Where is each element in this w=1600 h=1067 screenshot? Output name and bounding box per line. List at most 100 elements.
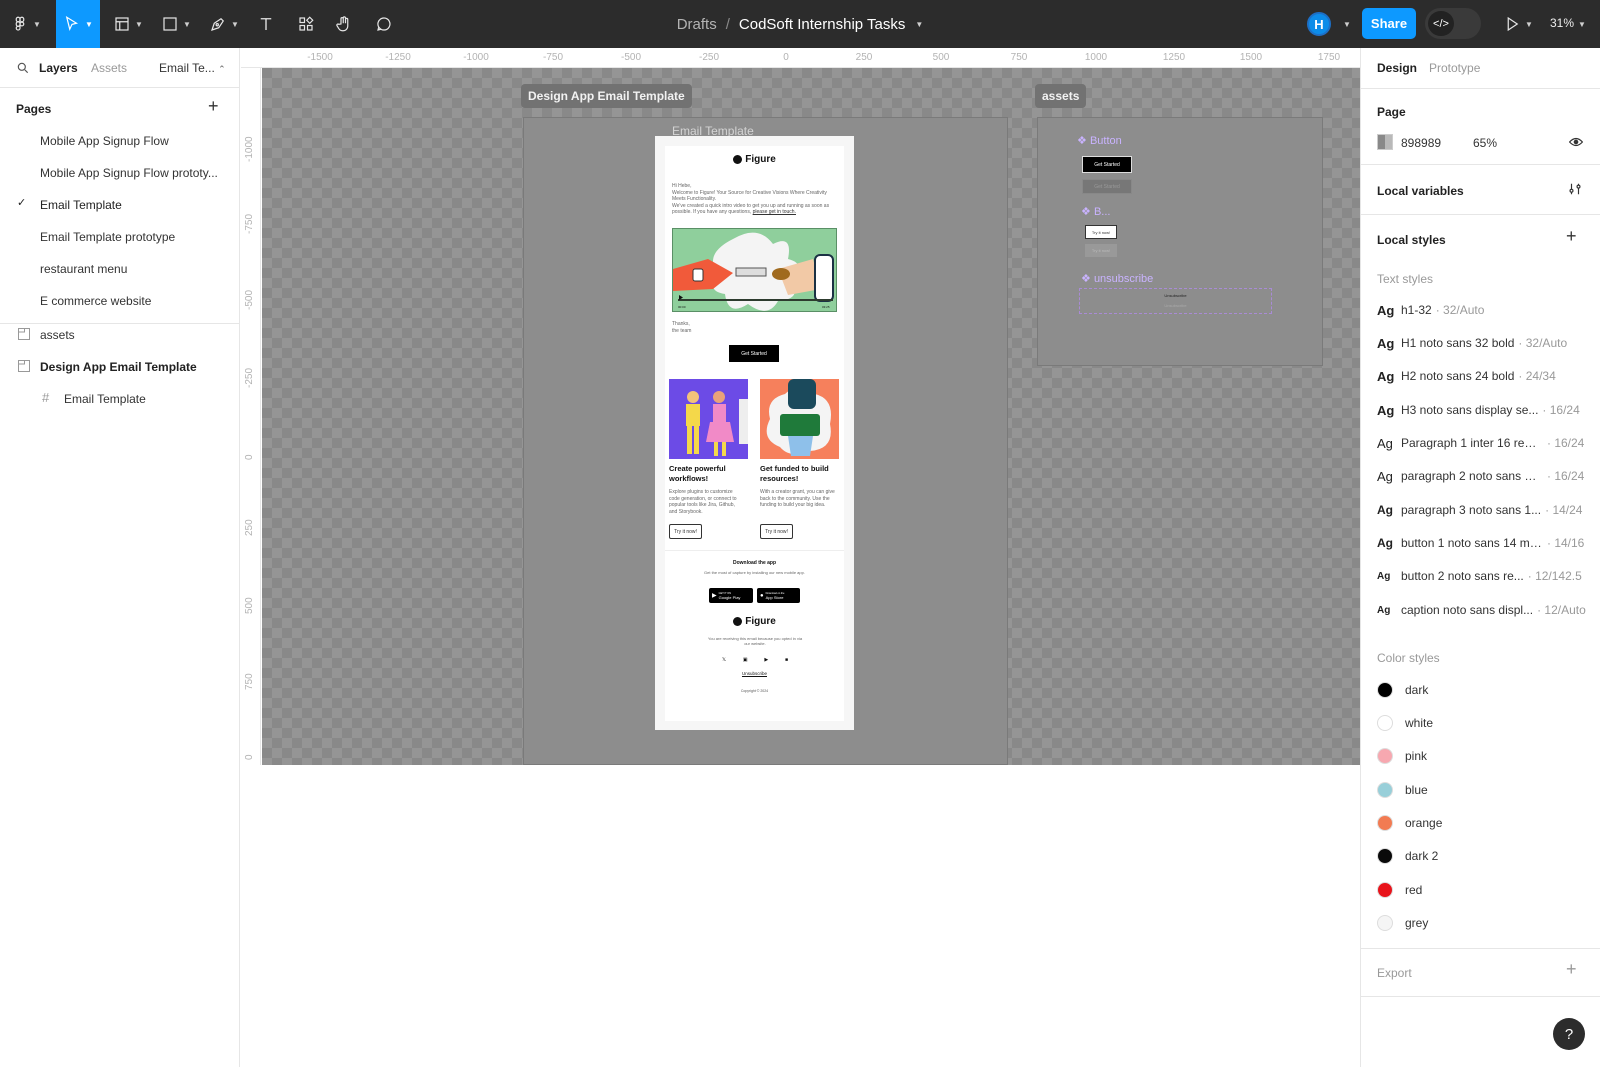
tab-design[interactable]: Design <box>1377 61 1417 75</box>
variables-settings-icon[interactable] <box>1568 182 1582 196</box>
app-store-badge[interactable]: ● Download on the App Store <box>757 588 800 603</box>
email-contact-link[interactable]: please get in touch. <box>753 209 796 215</box>
breadcrumb-drafts[interactable]: Drafts <box>677 16 717 33</box>
text-style-icon: Ag <box>1377 604 1391 616</box>
add-export-icon[interactable]: + <box>1566 959 1577 980</box>
text-style-spec: · 32/Auto <box>1518 336 1568 350</box>
color-style-item[interactable]: dark <box>1377 680 1428 700</box>
color-style-item[interactable]: blue <box>1377 780 1428 800</box>
tab-layers[interactable]: Layers <box>39 61 78 75</box>
color-swatch <box>1377 848 1393 864</box>
text-style-item[interactable]: Ag Paragraph 1 inter 16 regu... · 16/24 <box>1377 433 1587 453</box>
page-item[interactable]: Mobile App Signup Flow <box>40 134 169 148</box>
main-menu-button[interactable]: ▼ <box>8 0 44 48</box>
chevron-down-icon[interactable]: ▼ <box>915 20 923 29</box>
comment-tool-button[interactable] <box>370 0 398 48</box>
help-button[interactable]: ? <box>1553 1018 1585 1050</box>
page-item[interactable]: restaurant menu <box>40 262 127 276</box>
component-b[interactable]: ❖ B... <box>1081 205 1110 218</box>
chevron-down-icon: ▼ <box>135 19 143 29</box>
google-play-badge[interactable]: ▶ GET IT ON Google Play <box>709 588 753 603</box>
resources-tool-button[interactable] <box>292 0 320 48</box>
text-tool-button[interactable] <box>252 0 280 48</box>
instagram-icon[interactable]: ▣ <box>743 657 748 663</box>
play-store-icon: ▶ <box>712 593 717 599</box>
text-style-item[interactable]: Ag paragraph 2 noto sans 16... · 16/24 <box>1377 466 1587 486</box>
text-style-spec: · 16/24 <box>1547 436 1585 450</box>
component-unsubscribe[interactable]: ❖ unsubscribe <box>1081 272 1153 285</box>
component-try-button-disabled[interactable]: Try it now! <box>1085 244 1117 257</box>
component-button-disabled[interactable]: Get Started <box>1082 179 1132 194</box>
export-title[interactable]: Export <box>1377 966 1412 980</box>
section-assets[interactable]: ❖ Button Get Started Get Started ❖ B... … <box>1037 117 1323 366</box>
section-label-design-app[interactable]: Design App Email Template <box>521 84 692 108</box>
component-try-button[interactable]: Try it now! <box>1085 225 1117 239</box>
tab-assets[interactable]: Assets <box>91 61 127 75</box>
email-video[interactable]: 00:00 03:25 <box>672 228 837 312</box>
component-unsubscribe-frame[interactable]: Unsubscribe Unsubscribe <box>1079 288 1272 314</box>
text-style-item[interactable]: Ag H2 noto sans 24 bold · 24/34 <box>1377 366 1587 386</box>
color-style-item[interactable]: pink <box>1377 746 1427 766</box>
ruler-tick: -250 <box>698 52 720 63</box>
color-style-item[interactable]: dark 2 <box>1377 846 1438 866</box>
text-style-item[interactable]: Ag button 2 noto sans re... · 12/142.5 <box>1377 566 1587 586</box>
move-tool-button[interactable]: ▼ <box>56 0 100 48</box>
add-page-icon[interactable]: + <box>208 96 219 117</box>
right-panel: Design Prototype Page 898989 65% Local v… <box>1360 48 1600 1067</box>
local-variables-title[interactable]: Local variables <box>1377 184 1464 198</box>
chevron-down-icon[interactable]: ▼ <box>1343 20 1351 29</box>
component-button-primary[interactable]: Get Started <box>1082 156 1132 173</box>
dev-mode-toggle[interactable]: </> <box>1425 8 1481 39</box>
avatar[interactable]: H <box>1307 12 1331 36</box>
zoom-level[interactable]: 31% ▼ <box>1550 16 1586 30</box>
page-color-swatch[interactable] <box>1377 134 1393 150</box>
card2-button[interactable]: Try it now! <box>760 524 793 539</box>
email-logo: Figure <box>665 154 844 165</box>
email-template-frame[interactable]: Figure Hi Hebe, Welcome to Figure! Your … <box>655 136 854 730</box>
code-icon: </> <box>1428 11 1454 36</box>
email-cta-button[interactable]: Get Started <box>729 345 779 362</box>
x-twitter-icon[interactable]: 𝕏 <box>722 657 726 663</box>
page-dropdown-label: Email Te... <box>159 61 215 75</box>
color-style-item[interactable]: red <box>1377 880 1422 900</box>
page-color-opacity[interactable]: 65% <box>1473 136 1497 150</box>
color-style-item[interactable]: orange <box>1377 813 1442 833</box>
frame-tool-button[interactable]: ▼ <box>108 0 148 48</box>
layer-assets[interactable]: assets <box>40 328 75 342</box>
page-item[interactable]: E commerce website <box>40 294 151 308</box>
search-icon[interactable] <box>16 61 30 75</box>
pen-tool-button[interactable]: ▼ <box>204 0 244 48</box>
text-style-spec: · 32/Auto <box>1435 303 1485 317</box>
divider <box>1361 996 1600 997</box>
shape-tool-button[interactable]: ▼ <box>156 0 196 48</box>
present-button[interactable]: ▼ <box>1500 0 1536 48</box>
share-button[interactable]: Share <box>1362 8 1416 39</box>
text-style-item[interactable]: Ag caption noto sans displ... · 12/Auto <box>1377 600 1587 620</box>
text-style-item[interactable]: Ag button 1 noto sans 14 me... · 14/16 <box>1377 533 1587 553</box>
youtube-icon[interactable]: ▶ <box>764 657 768 663</box>
layer-design-app-email-template[interactable]: Design App Email Template <box>40 360 197 374</box>
card1-button[interactable]: Try it now! <box>669 524 702 539</box>
color-style-item[interactable]: grey <box>1377 913 1428 933</box>
component-button[interactable]: ❖ Button <box>1077 134 1122 147</box>
text-style-item[interactable]: Ag H3 noto sans display se... · 16/24 <box>1377 400 1587 420</box>
text-style-item[interactable]: Ag h1-32 · 32/Auto <box>1377 300 1587 320</box>
text-style-item[interactable]: Ag paragraph 3 noto sans 1... · 14/24 <box>1377 500 1587 520</box>
footer-unsubscribe-link[interactable]: Unsubscribe <box>665 671 844 676</box>
eye-icon[interactable] <box>1569 136 1583 148</box>
page-color-hex[interactable]: 898989 <box>1401 136 1441 150</box>
page-item-selected[interactable]: Email Template <box>40 198 122 212</box>
page-item[interactable]: Email Template prototype <box>40 230 175 244</box>
file-name[interactable]: CodSoft Internship Tasks <box>739 16 905 33</box>
section-label-assets[interactable]: assets <box>1035 84 1087 108</box>
page-item[interactable]: Mobile App Signup Flow prototy... <box>40 166 218 180</box>
linkedin-icon[interactable]: ■ <box>785 657 788 663</box>
layer-email-template[interactable]: Email Template <box>64 392 146 406</box>
text-style-name: caption noto sans displ... <box>1401 603 1534 617</box>
tab-prototype[interactable]: Prototype <box>1429 61 1480 75</box>
color-style-item[interactable]: white <box>1377 713 1433 733</box>
add-style-icon[interactable]: + <box>1566 226 1577 247</box>
hand-tool-button[interactable] <box>330 0 358 48</box>
text-style-item[interactable]: Ag H1 noto sans 32 bold · 32/Auto <box>1377 333 1587 353</box>
page-dropdown[interactable]: Email Te... ⌃ <box>159 61 226 75</box>
